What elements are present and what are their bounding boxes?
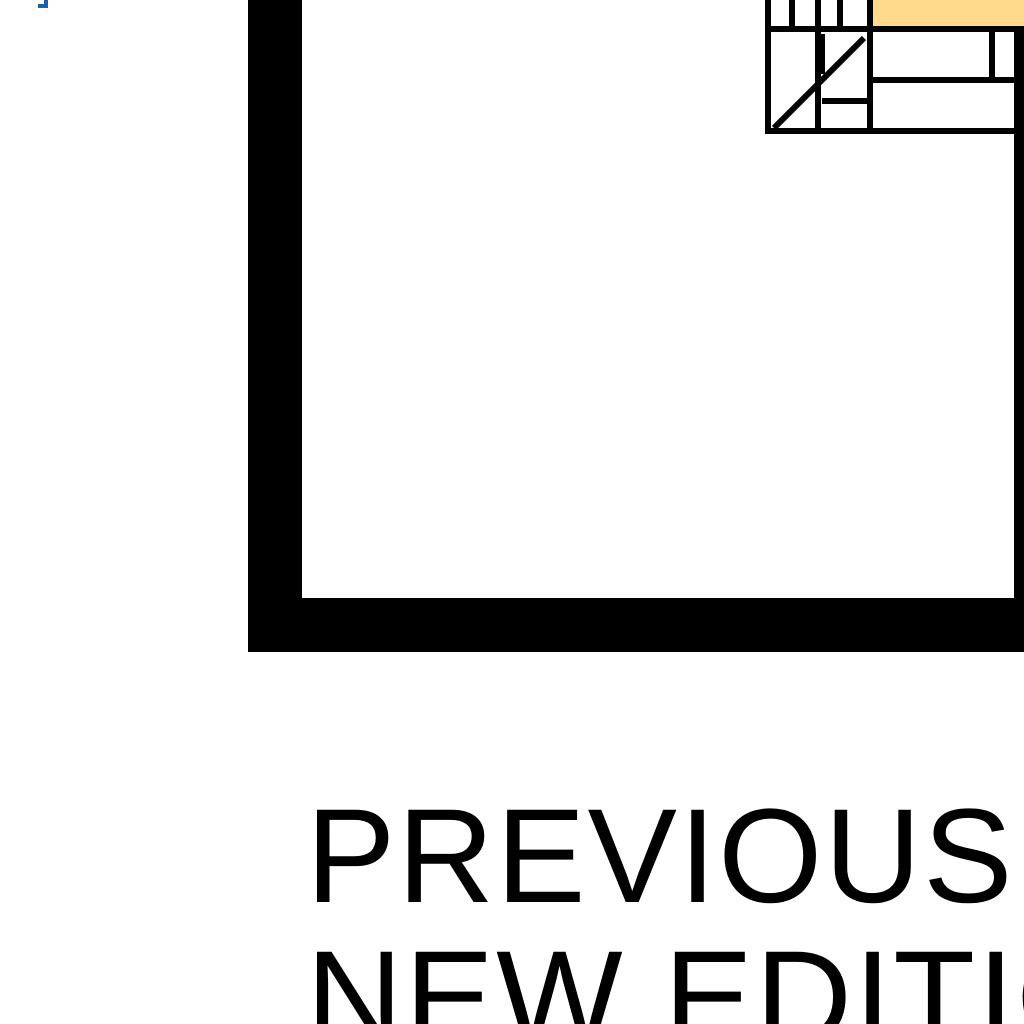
document-page: PREVIOUS E NEW EDITIO [0, 0, 1024, 1024]
form-grid-icon [765, 0, 1024, 134]
edition-caption: PREVIOUS E NEW EDITIO [306, 786, 1024, 1024]
caption-line-previous-edition: PREVIOUS E [306, 782, 1024, 931]
corner-mark-icon [38, 0, 48, 8]
caption-line-new-edition: NEW EDITIO [306, 924, 1024, 1024]
